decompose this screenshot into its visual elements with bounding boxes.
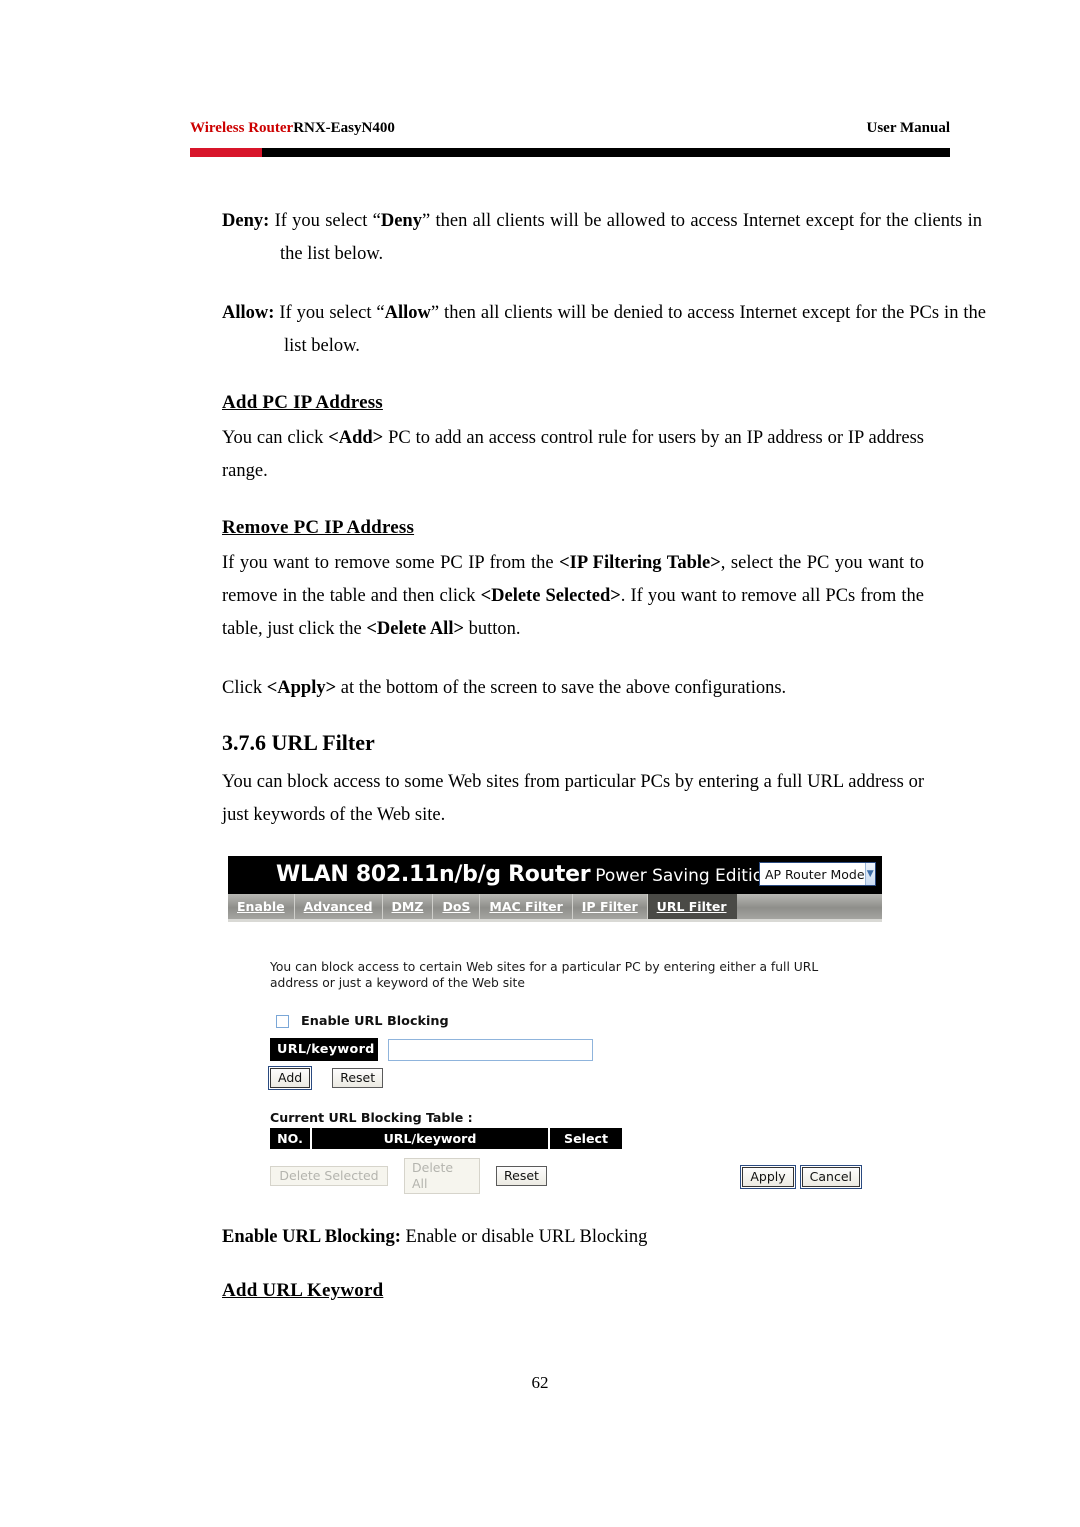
- router-title-main: WLAN 802.11n/b/g Router: [276, 862, 591, 887]
- running-header: Wireless RouterRNX-EasyN400 User Manual: [190, 120, 950, 146]
- tab-mac-filter[interactable]: MAC Filter: [480, 894, 573, 919]
- enable-url-blocking-checkbox[interactable]: [276, 1015, 289, 1028]
- router-titlebar: WLAN 802.11n/b/g Router Power Saving Edit…: [228, 856, 882, 894]
- heading-add-url-keyword: Add URL Keyword: [222, 1280, 384, 1301]
- delete-selected-button[interactable]: Delete Selected: [270, 1166, 388, 1186]
- table-header-select: Select: [550, 1128, 622, 1149]
- allow-text-1: If you select “: [274, 303, 385, 323]
- operation-mode-value: AP Router Mode: [765, 866, 865, 882]
- current-url-blocking-table-caption: Current URL Blocking Table :: [270, 1110, 473, 1125]
- table-header-no: NO.: [270, 1128, 312, 1149]
- remove-text-1: If you want to remove some PC IP from th…: [222, 553, 560, 573]
- enable-url-blocking-definition: Enable or disable URL Blocking: [400, 1227, 648, 1247]
- tab-enable-label: Enable: [237, 899, 285, 914]
- reset-table-button[interactable]: Reset: [496, 1166, 547, 1186]
- header-rule: [190, 148, 950, 157]
- paragraph-apply: Click <Apply> at the bottom of the scree…: [222, 672, 924, 705]
- apply-text-1: Click: [222, 678, 267, 698]
- paragraph-add-pc: You can click <Add> PC to add an access …: [222, 422, 924, 488]
- tab-dos[interactable]: DoS: [433, 894, 481, 919]
- paragraph-url-filter: You can block access to some Web sites f…: [222, 772, 924, 825]
- allow-label: Allow:: [222, 303, 275, 323]
- heading-add-pc-ip-address: Add PC IP Address: [222, 392, 383, 413]
- router-title-sub: Power Saving Edition: [595, 866, 774, 886]
- header-rule-accent: [190, 148, 262, 157]
- header-model: RNX-EasyN400: [293, 120, 395, 136]
- paragraph-enable-url-blocking: Enable URL Blocking: Enable or disable U…: [222, 1221, 924, 1254]
- deny-word: Deny: [380, 211, 422, 231]
- add-pc-text-1: You can click: [222, 428, 329, 448]
- document-page: Wireless RouterRNX-EasyN400 User Manual …: [0, 0, 1080, 1527]
- page-number: 62: [531, 1373, 549, 1392]
- header-brand: Wireless Router: [190, 120, 294, 136]
- cancel-button[interactable]: Cancel: [799, 1165, 863, 1189]
- router-admin-screenshot: WLAN 802.11n/b/g Router Power Saving Edit…: [228, 856, 882, 1194]
- enable-url-blocking-label: Enable URL Blocking: [301, 1014, 449, 1029]
- deny-label: Deny:: [222, 211, 270, 231]
- tab-ip-filter[interactable]: IP Filter: [573, 894, 648, 919]
- allow-word: Allow: [384, 303, 431, 323]
- tab-enable[interactable]: Enable: [228, 894, 295, 919]
- url-blocking-table: NO. URL/keyword Select: [270, 1128, 622, 1149]
- heading-section-3-7-6: 3.7.6 URL Filter: [222, 730, 375, 755]
- reset-keyword-button[interactable]: Reset: [332, 1068, 384, 1088]
- tab-advanced-label: Advanced: [303, 899, 373, 914]
- tab-advanced[interactable]: Advanced: [295, 894, 383, 919]
- chevron-down-icon[interactable]: ▼: [864, 863, 875, 885]
- tab-url-filter-label: URL Filter: [656, 899, 727, 914]
- url-keyword-input[interactable]: [388, 1038, 593, 1061]
- router-content-panel: You can block access to certain Web site…: [228, 922, 882, 1194]
- table-action-button-row: Delete Selected Delete All Reset: [270, 1158, 547, 1194]
- add-button[interactable]: Add: [267, 1066, 313, 1090]
- enable-url-blocking-term: Enable URL Blocking:: [222, 1227, 401, 1247]
- enable-url-blocking-row[interactable]: Enable URL Blocking: [276, 1014, 449, 1029]
- url-keyword-row: URL/keyword: [270, 1038, 593, 1061]
- table-header-url: URL/keyword: [312, 1128, 550, 1149]
- tab-dos-label: DoS: [442, 899, 471, 914]
- router-title: WLAN 802.11n/b/g Router Power Saving Edit…: [276, 862, 774, 887]
- add-reset-button-row: Add Reset: [267, 1066, 384, 1090]
- operation-mode-select[interactable]: AP Router Mode ▼: [759, 862, 876, 886]
- apply-bold: <Apply>: [266, 678, 337, 698]
- url-filter-intro-text: You can block access to certain Web site…: [270, 960, 819, 990]
- header-left: Wireless RouterRNX-EasyN400: [190, 120, 395, 137]
- url-keyword-label: URL/keyword: [270, 1038, 378, 1061]
- add-pc-bold: <Add>: [328, 428, 384, 448]
- remove-bold-delete-all: <Delete All>: [366, 619, 464, 639]
- remove-bold-ip-filtering-table: <IP Filtering Table>: [559, 553, 721, 573]
- router-tab-bar: Enable Advanced DMZ DoS MAC Filter IP Fi…: [228, 894, 882, 919]
- deny-text-1: If you select “: [269, 211, 381, 231]
- remove-text-4: button.: [464, 619, 521, 639]
- paragraph-remove-pc: If you want to remove some PC IP from th…: [222, 547, 924, 646]
- paragraph-deny: Deny: If you select “Deny” then all clie…: [222, 205, 982, 271]
- apply-button[interactable]: Apply: [740, 1165, 796, 1189]
- tab-bar-filler: [737, 894, 883, 919]
- tab-mac-filter-label: MAC Filter: [489, 899, 563, 914]
- apply-cancel-button-row: Apply Cancel: [740, 1165, 863, 1189]
- tab-dmz[interactable]: DMZ: [383, 894, 434, 919]
- tab-dmz-label: DMZ: [391, 899, 424, 914]
- remove-bold-delete-selected: <Delete Selected>: [480, 586, 621, 606]
- delete-all-button[interactable]: Delete All: [404, 1158, 480, 1194]
- heading-remove-pc-ip-address: Remove PC IP Address: [222, 517, 415, 538]
- header-right: User Manual: [866, 120, 950, 136]
- paragraph-allow: Allow: If you select “Allow” then all cl…: [222, 297, 986, 363]
- tab-url-filter[interactable]: URL Filter: [647, 894, 737, 919]
- apply-text-2: at the bottom of the screen to save the …: [336, 678, 787, 698]
- tab-ip-filter-label: IP Filter: [581, 899, 638, 914]
